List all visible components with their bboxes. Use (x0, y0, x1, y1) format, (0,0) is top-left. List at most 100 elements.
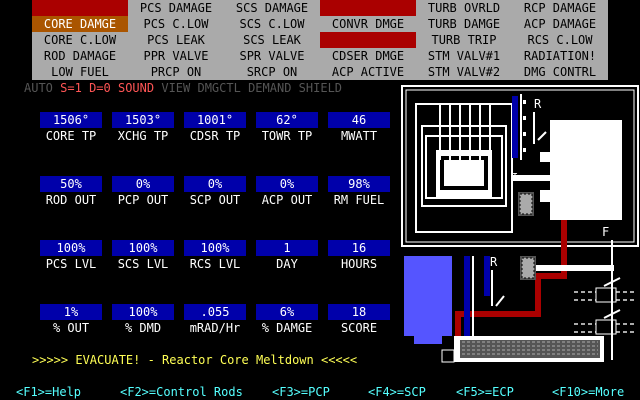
gauge: 1503° XCHG TP (112, 112, 174, 144)
alarm-cell (320, 32, 416, 48)
alarm-cell: CONVR DMGE (331, 17, 405, 31)
function-key[interactable]: <F3>=PCP (272, 384, 330, 400)
alarm-cell: PCS LEAK (147, 33, 205, 47)
function-key[interactable]: <F10>=More (552, 384, 624, 400)
condenser (441, 336, 604, 363)
gauge-label: ACP OUT (261, 193, 313, 207)
gauge-label: SCP OUT (189, 193, 241, 207)
gauge-label: MWATT (340, 129, 378, 143)
gauge-value: 1506° (40, 112, 102, 128)
gauge-label: SCORE (340, 321, 378, 335)
gauge-label: DAY (276, 257, 298, 271)
alarm-cell (320, 0, 416, 16)
alarm-cell: PRCP ON (150, 65, 202, 79)
alarm-cell: ROD DAMAGE (43, 49, 117, 63)
gauge-value: 100% (112, 240, 174, 256)
alarm-cell: SCS LEAK (243, 33, 301, 47)
difficulty-setting[interactable]: D=0 (89, 81, 111, 95)
function-key[interactable]: <F1>=Help (16, 384, 81, 400)
gauge: 100% SCS LVL (112, 240, 174, 272)
gauge-value: 1001° (184, 112, 246, 128)
gauge-label: PCS LVL (45, 257, 97, 271)
function-key[interactable]: <F4>=SCP (368, 384, 426, 400)
alarm-cell: TURB TRIP (431, 33, 497, 47)
gauge-value: 1503° (112, 112, 174, 128)
scs-level-gauge (464, 256, 470, 350)
alarm-cell: ACP DAMAGE (523, 17, 597, 31)
gauge-label: PCP OUT (117, 193, 169, 207)
view-mode[interactable]: VIEW (161, 81, 190, 95)
alarm-cell: LOW FUEL (51, 65, 109, 79)
pcs-level-gauge (512, 94, 526, 160)
status-message: >>>>> EVACUATE! - Reactor Core Meltdown … (32, 353, 358, 367)
gauge: 46 MWATT (328, 112, 390, 144)
gauge-value: 50% (40, 176, 102, 192)
gauge: 16 HOURS (328, 240, 390, 272)
alarm-cell: DMG CONTRL (523, 65, 597, 79)
gauge-value: 100% (112, 304, 174, 320)
gauge-value: .055 (184, 304, 246, 320)
shield-mode[interactable]: SHIELD (299, 81, 342, 95)
alarm-cell: ACP ACTIVE (331, 65, 405, 79)
gauge-value: 1% (40, 304, 102, 320)
gauge: 1001° CDSR TP (184, 112, 246, 144)
alarm-cell: CDSER DMGE (331, 49, 405, 63)
heat-exchanger-nozzle (540, 152, 550, 162)
gauge-label: % DAMGE (261, 321, 313, 335)
alarm-cell: PCS C.LOW (143, 17, 209, 31)
gauge-value: 18 (328, 304, 390, 320)
function-key[interactable]: <F2>=Control Rods (120, 384, 243, 400)
gauge-value: 0% (184, 176, 246, 192)
alarm-cell: RADIATION! (523, 49, 597, 63)
gauge-label: % DMD (124, 321, 162, 335)
alarm-cell: PPR VALVE (143, 49, 209, 63)
gauge-label: SCS LVL (117, 257, 169, 271)
coolant-storage-tank (404, 256, 452, 336)
gauge: 98% RM FUEL (328, 176, 390, 208)
gauge-label: RM FUEL (333, 193, 385, 207)
sound-toggle[interactable]: SOUND (118, 81, 154, 95)
auto-mode[interactable]: AUTO (24, 81, 53, 95)
isolation-label: I (512, 172, 518, 183)
gauge-label: ROD OUT (45, 193, 97, 207)
heat-exchanger (550, 120, 622, 220)
function-key-bar: <F1>=Help <F2>=Control Rods <F3>=PCP <F4>=S… (0, 384, 640, 400)
gauge: 50% ROD OUT (40, 176, 102, 208)
feed-label: F (602, 225, 609, 239)
alarm-cell: RCS C.LOW (527, 33, 593, 47)
alarm-cell: TURB OVRLD (427, 1, 501, 15)
gauge: .055 mRAD/Hr (184, 304, 246, 336)
gauge: 1%% OUT (40, 304, 102, 336)
alarm-cell (32, 0, 128, 16)
gauge-label: RCS LVL (189, 257, 241, 271)
gauge-label: CDSR TP (189, 129, 241, 143)
alarm-cell: SRCP ON (246, 65, 298, 79)
gauge-value: 0% (112, 176, 174, 192)
gauge-value: 100% (184, 240, 246, 256)
gauge-value: 46 (328, 112, 390, 128)
gauge-label: HOURS (340, 257, 378, 271)
alarm-cell: CORE C.LOW (43, 33, 117, 47)
gauge-value: 6% (256, 304, 318, 320)
alarm-cell: PCS DAMAGE (139, 1, 213, 15)
gauge-value: 0% (256, 176, 318, 192)
plant-schematic: R F I R (401, 85, 639, 363)
function-key[interactable]: <F5>=ECP (456, 384, 514, 400)
alarm-cell: SCS C.LOW (239, 17, 305, 31)
gauge: 100% PCS LVL (40, 240, 102, 272)
gauge-label: % OUT (52, 321, 90, 335)
alarm-cell: STM VALV#1 (427, 49, 501, 63)
relief-valve-label-1: R (534, 97, 542, 111)
reactor-vessel (415, 103, 513, 233)
alarm-annunciator-panel: PCS DAMAGE SCS DAMAGE TURB OVRLD RCP DAMAGE… (32, 0, 608, 80)
alarm-cell: CORE DAMGE (32, 16, 128, 32)
alarm-cell: SPR VALVE (239, 49, 305, 63)
gauge: 0% ACP OUT (256, 176, 318, 208)
dmgctl-mode[interactable]: DMGCTL (197, 81, 240, 95)
speed-setting[interactable]: S=1 (60, 81, 82, 95)
demand-mode[interactable]: DEMAND (248, 81, 291, 95)
alarm-cell: STM VALV#2 (427, 65, 501, 79)
alarm-cell: TURB DAMGE (427, 17, 501, 31)
gauge: 0% SCP OUT (184, 176, 246, 208)
gauge-value: 62° (256, 112, 318, 128)
